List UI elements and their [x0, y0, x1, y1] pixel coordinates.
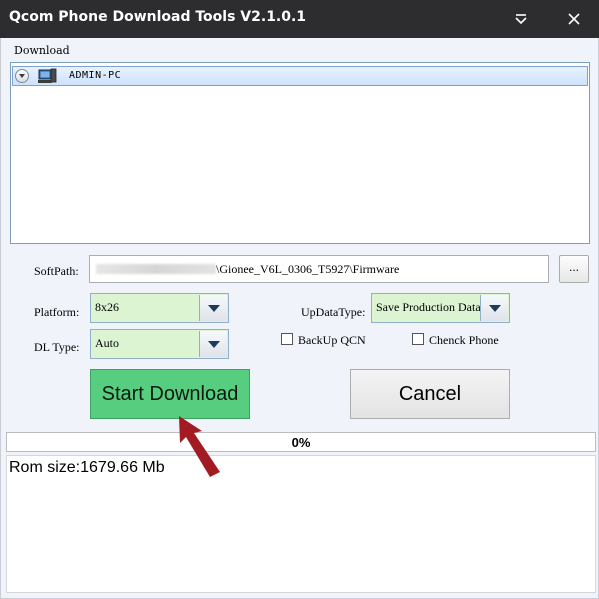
softpath-input[interactable]: \Gionee_V6L_0306_T5927\Firmware: [89, 255, 549, 283]
backup-qcn-label: BackUp QCN: [298, 333, 366, 347]
log-output: Rom size:1679.66 Mb: [6, 455, 596, 593]
softpath-value: \Gionee_V6L_0306_T5927\Firmware: [216, 262, 400, 276]
expand-toggle-icon[interactable]: [15, 69, 29, 83]
platform-value: 8x26: [95, 300, 119, 314]
dl-type-label: DL Type:: [34, 340, 80, 354]
dl-type-value: Auto: [95, 336, 119, 350]
check-phone-label: Chenck Phone: [429, 333, 499, 347]
updata-type-select[interactable]: Save Production Data: [371, 293, 510, 323]
window-title: Qcom Phone Download Tools V2.1.0.1: [9, 9, 307, 25]
browse-button[interactable]: ...: [559, 255, 589, 283]
softpath-label: SoftPath:: [34, 264, 79, 278]
log-text: Rom size:1679.66 Mb: [9, 459, 165, 476]
chevron-down-icon[interactable]: [199, 331, 227, 357]
chevron-down-icon[interactable]: [512, 10, 530, 28]
close-icon[interactable]: [565, 10, 583, 28]
updata-type-value: Save Production Data: [376, 300, 480, 314]
annotation-arrow-icon: [179, 416, 220, 477]
device-name: ADMIN-PC: [69, 70, 122, 81]
backup-qcn-checkbox[interactable]: [281, 333, 293, 345]
device-row[interactable]: ADMIN-PC: [12, 66, 588, 86]
dl-type-select[interactable]: Auto: [90, 329, 229, 359]
platform-select[interactable]: 8x26: [90, 293, 229, 323]
progress-text: 0%: [291, 435, 311, 450]
updata-type-label: UpDataType:: [301, 305, 366, 319]
start-download-button[interactable]: Start Download: [90, 369, 250, 419]
title-bar: Qcom Phone Download Tools V2.1.0.1: [0, 0, 599, 38]
chevron-down-icon[interactable]: [199, 295, 227, 321]
redacted-path-segment: [96, 264, 216, 274]
check-phone-checkbox[interactable]: [412, 333, 424, 345]
cancel-button[interactable]: Cancel: [350, 369, 510, 419]
device-list[interactable]: ADMIN-PC: [10, 62, 590, 244]
chevron-down-icon[interactable]: [480, 295, 508, 321]
progress-bar: 0%: [6, 432, 596, 452]
platform-label: Platform:: [34, 305, 80, 319]
menu-download[interactable]: Download: [14, 44, 70, 57]
computer-icon: [38, 68, 57, 83]
